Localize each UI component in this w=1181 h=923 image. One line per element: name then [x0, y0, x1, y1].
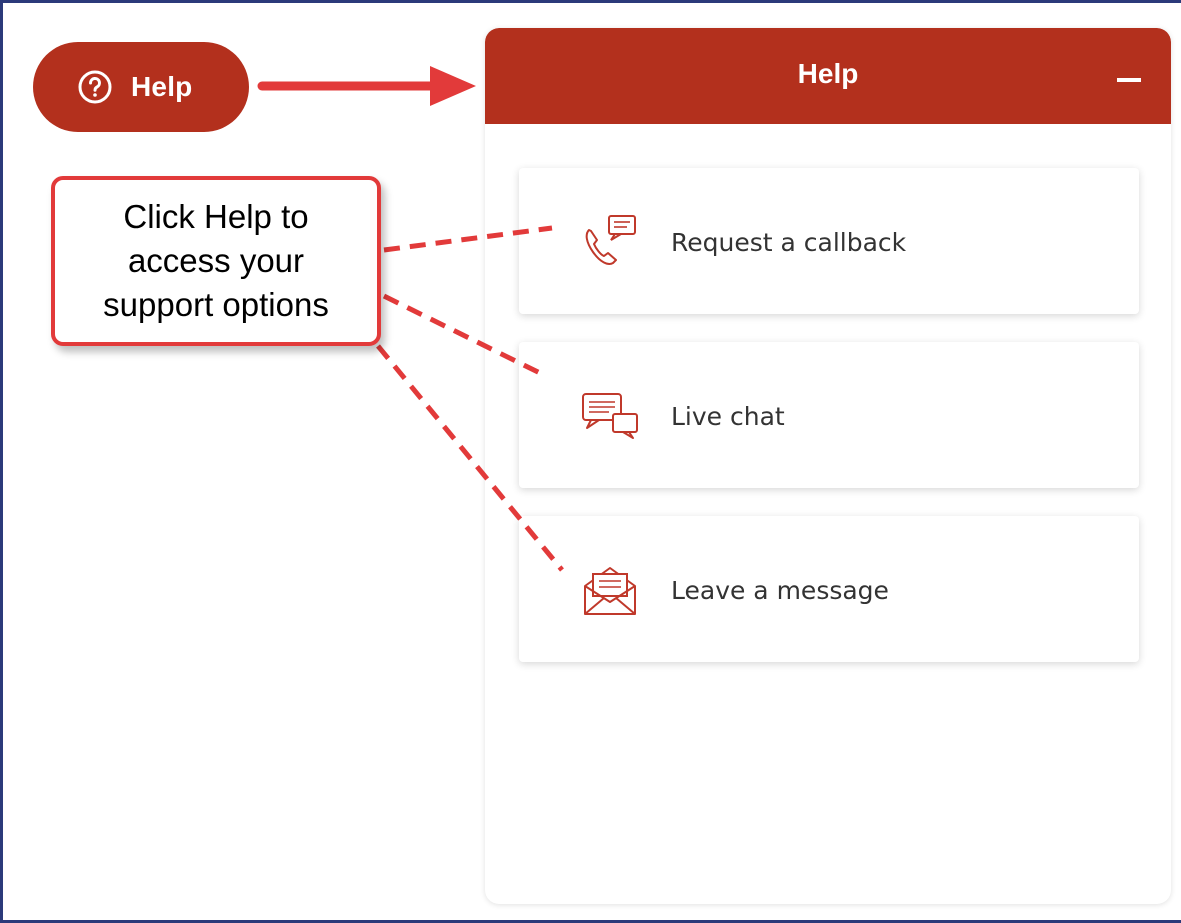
annotation-text: Click Help to access your support option… — [103, 198, 329, 323]
annotation-lines — [257, 66, 564, 572]
dashed-line-callback — [383, 225, 553, 253]
dashed-line-message — [376, 344, 564, 572]
annotation-callout: Click Help to access your support option… — [51, 176, 381, 346]
arrow-head-icon — [430, 66, 476, 106]
dashed-line-chat — [382, 293, 548, 379]
